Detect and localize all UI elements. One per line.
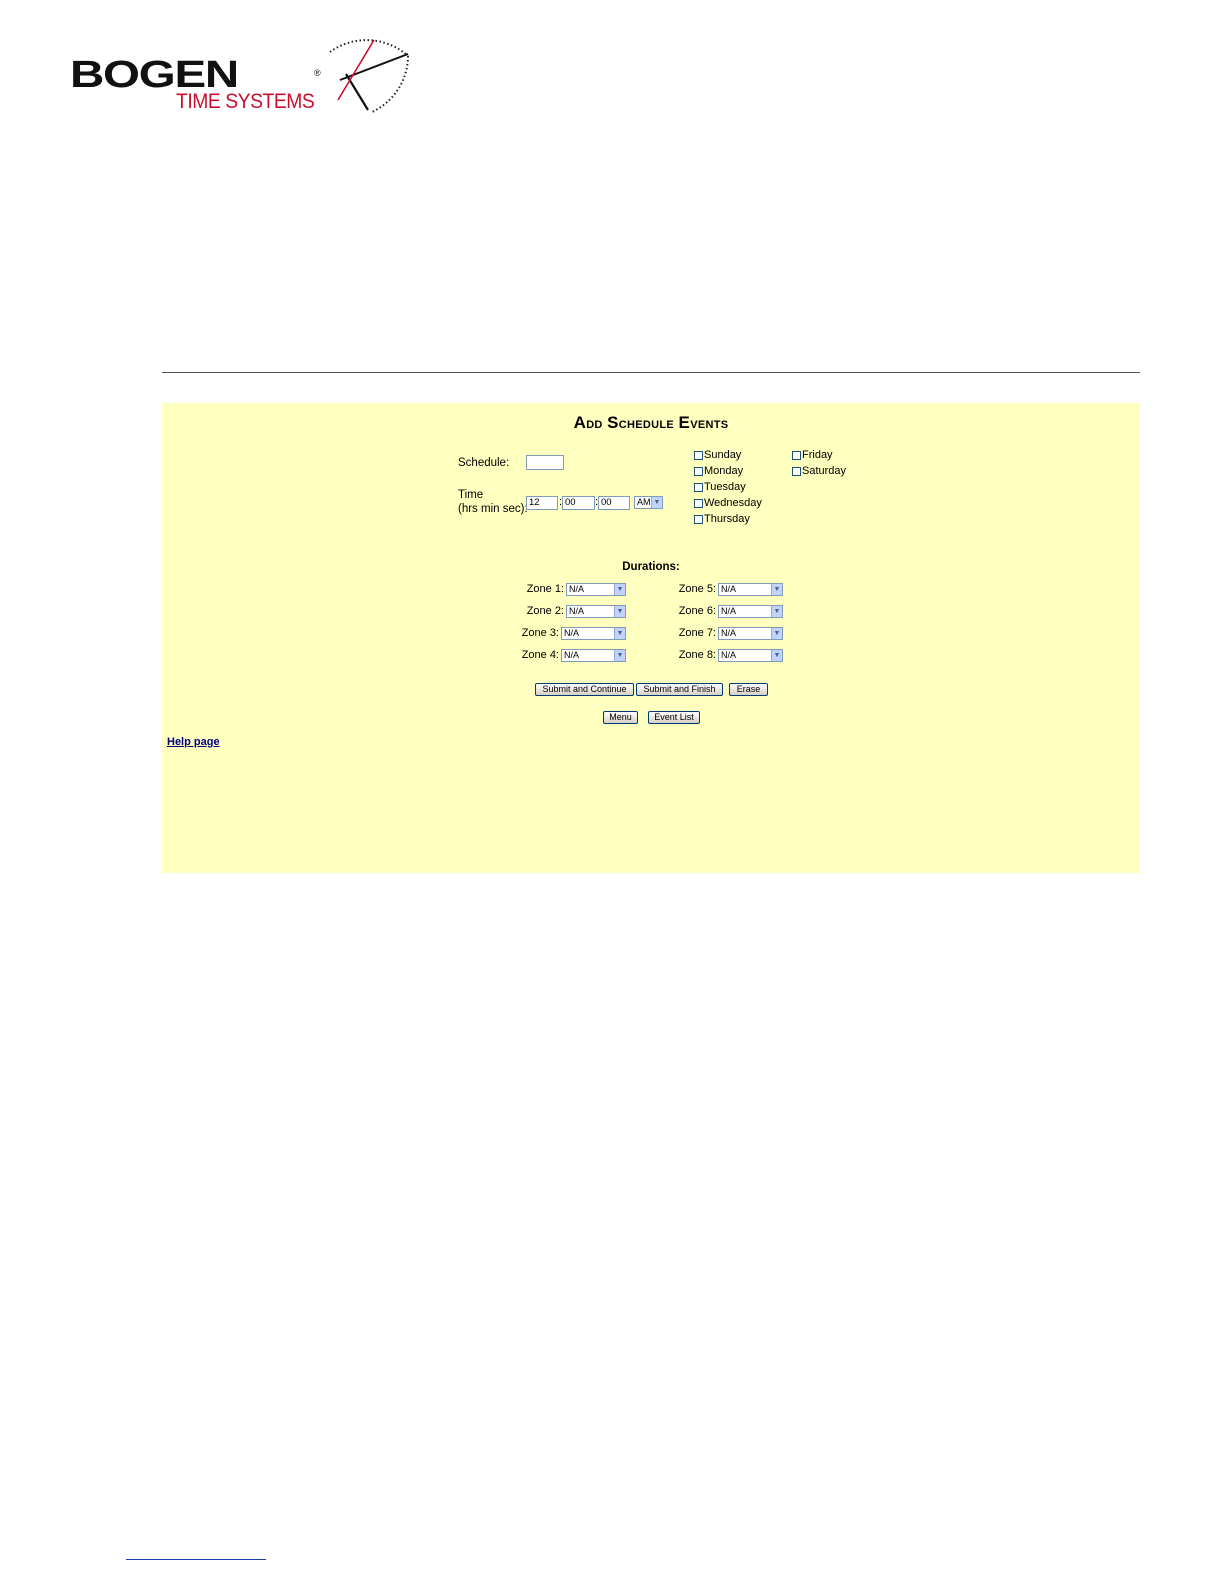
chevron-down-icon: ▼ xyxy=(771,606,782,617)
erase-button[interactable]: Erase xyxy=(729,683,768,696)
submit-and-continue-button[interactable]: Submit and Continue xyxy=(535,683,634,696)
zone-4-select[interactable]: N/A ▼ xyxy=(561,649,626,662)
zone-5-label: Zone 5: xyxy=(678,583,716,595)
chevron-down-icon: ▼ xyxy=(651,497,662,508)
checkbox-thursday[interactable] xyxy=(694,515,703,524)
checkbox-monday[interactable] xyxy=(694,467,703,476)
durations-heading: Durations: xyxy=(622,561,680,573)
zone-2-select[interactable]: N/A ▼ xyxy=(566,605,626,618)
zone-3-select-value: N/A xyxy=(564,628,580,638)
time-format-label: (hrs min sec): xyxy=(458,503,528,515)
zone-1-select-value: N/A xyxy=(569,584,585,594)
chevron-down-icon: ▼ xyxy=(771,584,782,595)
zone-8-select-value: N/A xyxy=(721,650,737,660)
zone-4-label: Zone 4: xyxy=(521,649,559,661)
zone-5-select[interactable]: N/A ▼ xyxy=(718,583,783,596)
chevron-down-icon: ▼ xyxy=(614,584,625,595)
horizontal-rule xyxy=(162,372,1140,373)
zone-6-label: Zone 6: xyxy=(678,605,716,617)
event-list-button[interactable]: Event List xyxy=(648,711,700,724)
page-title: Add Schedule Events xyxy=(573,413,729,432)
zone-7-select-value: N/A xyxy=(721,628,737,638)
chevron-down-icon: ▼ xyxy=(771,628,782,639)
chevron-down-icon: ▼ xyxy=(614,650,625,661)
chevron-down-icon: ▼ xyxy=(614,628,625,639)
day-label-saturday: Saturday xyxy=(802,465,847,477)
time-seconds-input[interactable]: 00 xyxy=(598,496,630,510)
day-label-thursday: Thursday xyxy=(704,513,750,525)
zone-2-select-value: N/A xyxy=(569,606,585,616)
logo-subtitle: TIME SYSTEMS xyxy=(176,90,315,113)
day-label-friday: Friday xyxy=(802,449,833,461)
ampm-select-value: AM xyxy=(637,497,651,507)
day-label-sunday: Sunday xyxy=(704,449,742,461)
logo-wordmark: BOGEN xyxy=(70,54,239,96)
zone-1-select[interactable]: N/A ▼ xyxy=(566,583,626,596)
zone-6-select[interactable]: N/A ▼ xyxy=(718,605,783,618)
schedule-label: Schedule: xyxy=(458,457,510,469)
chevron-down-icon: ▼ xyxy=(614,606,625,617)
checkbox-sunday[interactable] xyxy=(694,451,703,460)
menu-button[interactable]: Menu xyxy=(603,711,638,724)
time-minutes-input[interactable]: 00 xyxy=(562,496,595,510)
zone-1-label: Zone 1: xyxy=(526,583,564,595)
zone-8-label: Zone 8: xyxy=(678,649,716,661)
add-schedule-events-panel: Add Schedule Events Schedule: Time (hrs … xyxy=(162,403,1140,873)
zone-6-select-value: N/A xyxy=(721,606,737,616)
checkbox-wednesday[interactable] xyxy=(694,499,703,508)
bogen-logo: BOGEN ® TIME SYSTEMS xyxy=(68,34,412,116)
zone-2-label: Zone 2: xyxy=(526,605,564,617)
zone-5-select-value: N/A xyxy=(721,584,737,594)
help-page-link[interactable]: Help page xyxy=(167,736,220,748)
zone-8-select[interactable]: N/A ▼ xyxy=(718,649,783,662)
footer-link-underline xyxy=(126,1559,266,1560)
zone-4-select-value: N/A xyxy=(564,650,580,660)
chevron-down-icon: ▼ xyxy=(771,650,782,661)
time-hours-input[interactable]: 12 xyxy=(526,496,558,510)
ampm-select[interactable]: AM ▼ xyxy=(634,496,663,509)
schedule-input[interactable] xyxy=(526,455,564,470)
checkbox-friday[interactable] xyxy=(792,451,801,460)
checkbox-saturday[interactable] xyxy=(792,467,801,476)
day-label-monday: Monday xyxy=(704,465,744,477)
day-label-wednesday: Wednesday xyxy=(704,497,762,509)
zone-7-label: Zone 7: xyxy=(678,627,716,639)
day-label-tuesday: Tuesday xyxy=(704,481,746,493)
time-label: Time xyxy=(458,489,484,501)
checkbox-tuesday[interactable] xyxy=(694,483,703,492)
submit-and-finish-button[interactable]: Submit and Finish xyxy=(636,683,723,696)
zone-3-select[interactable]: N/A ▼ xyxy=(561,627,626,640)
zone-3-label: Zone 3: xyxy=(521,627,559,639)
clock-icon xyxy=(329,39,409,113)
zone-7-select[interactable]: N/A ▼ xyxy=(718,627,783,640)
